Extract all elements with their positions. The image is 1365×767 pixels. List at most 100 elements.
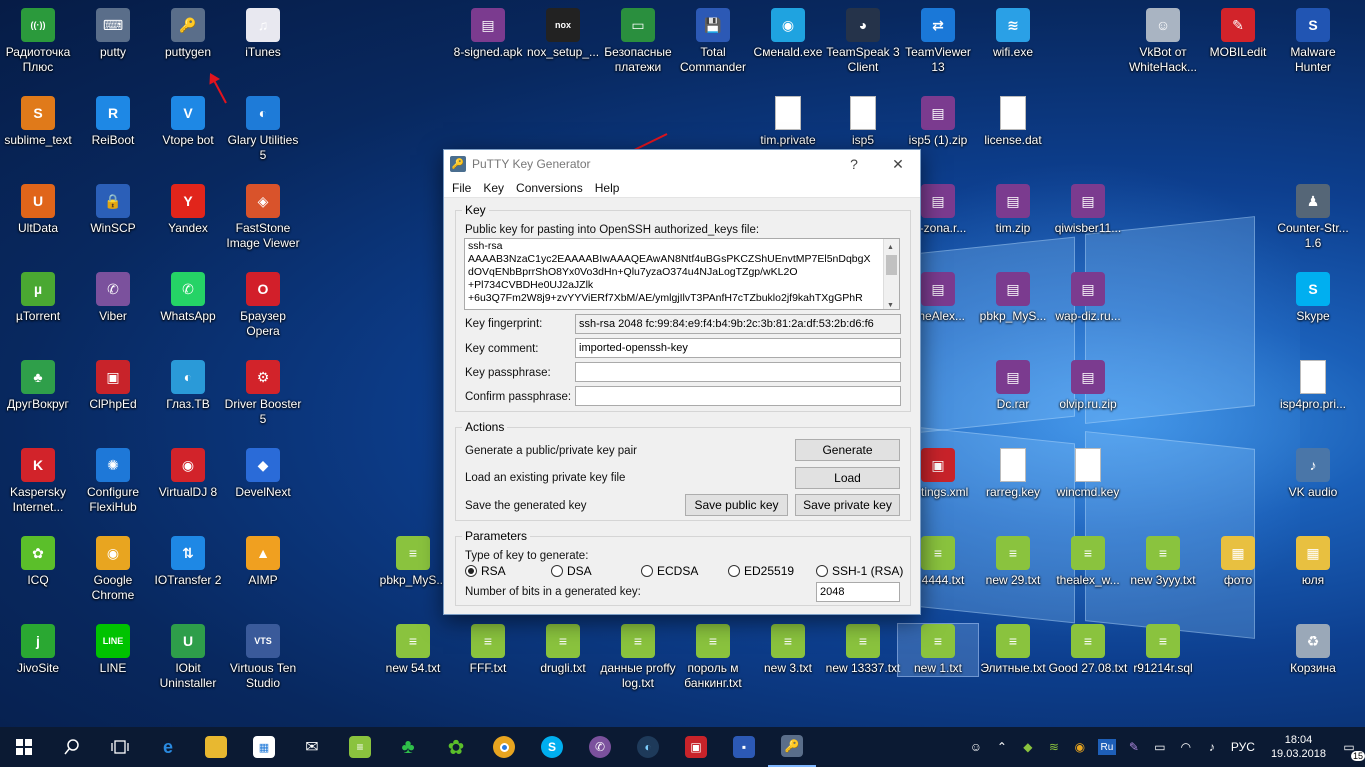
taskbar-mail[interactable]: ✉ <box>288 727 336 767</box>
radio-ed25519-dot[interactable] <box>728 565 740 577</box>
desktop-icon[interactable]: ☺ VkBot от WhiteHack... <box>1123 8 1203 75</box>
desktop-icon[interactable]: S Skype <box>1273 272 1353 324</box>
clock[interactable]: 18:04 19.03.2018 <box>1271 733 1326 761</box>
desktop-icon[interactable]: tim.private <box>748 96 828 148</box>
taskbar-skype[interactable]: S <box>528 727 576 767</box>
desktop-icon[interactable]: ◉ VirtualDJ 8 <box>148 448 228 500</box>
taskbar-edge[interactable]: e <box>144 727 192 767</box>
desktop-icon[interactable]: ≡ new 54.txt <box>373 624 453 676</box>
comment-field[interactable]: imported-openssh-key <box>575 338 901 358</box>
desktop-icon[interactable]: ≡ r91214r.sql <box>1123 624 1203 676</box>
desktop-icon[interactable]: 💾 Total Commander <box>673 8 753 75</box>
desktop-icon[interactable]: ▤ isp5 (1).zip <box>898 96 978 148</box>
desktop-icon[interactable]: ≡ new 3yyy.txt <box>1123 536 1203 588</box>
taskbar-icq[interactable]: ✿ <box>432 727 480 767</box>
desktop-icon[interactable]: Ssublime_text <box>0 96 78 148</box>
radio-ssh1-rsa[interactable]: SSH-1 (RSA) <box>816 564 903 578</box>
desktop-icon[interactable]: ♪ VK audio <box>1273 448 1353 500</box>
battery-icon[interactable]: ▭ <box>1152 739 1168 755</box>
radio-rsa-dot[interactable] <box>465 565 477 577</box>
desktop-icon[interactable]: ✺ Configure FlexiHub <box>73 448 153 515</box>
desktop-icon[interactable]: ≡ drugli.txt <box>523 624 603 676</box>
desktop-icon[interactable]: j JivoSite <box>0 624 78 676</box>
desktop-icon[interactable]: ▤ 8-signed.apk <box>448 8 528 60</box>
desktop-icon[interactable]: 🔑 puttygen <box>148 8 228 60</box>
generate-button[interactable]: Generate <box>795 439 900 461</box>
menu-key[interactable]: Key <box>477 181 510 195</box>
desktop-icon[interactable]: ◈ FastStone Image Viewer <box>223 184 303 251</box>
taskbar-viber[interactable]: ✆ <box>576 727 624 767</box>
tray-chrome-icon[interactable]: ◉ <box>1072 739 1088 755</box>
desktop-icon[interactable]: ◐ Glary Utilities 5 <box>223 96 303 163</box>
taskbar-notepadpp[interactable]: ≡ <box>336 727 384 767</box>
desktop-icon[interactable]: license.dat <box>973 96 1053 148</box>
start-button[interactable] <box>0 727 48 767</box>
taskbar-codelobster[interactable]: ▣ <box>672 727 720 767</box>
wifi-icon[interactable]: ◠ <box>1178 739 1194 755</box>
desktop-icon[interactable]: Y Yandex <box>148 184 228 236</box>
taskbar-puttygen[interactable]: 🔑 <box>768 727 816 767</box>
desktop-icon[interactable]: R ReiBoot <box>73 96 153 148</box>
desktop-icon[interactable]: wincmd.key <box>1048 448 1128 500</box>
tray-chevron-up-icon[interactable]: ⌃ <box>994 739 1010 755</box>
scroll-down-icon[interactable]: ▼ <box>887 299 894 309</box>
desktop-icon[interactable]: ≡ new 13337.txt <box>823 624 903 676</box>
passphrase-field[interactable] <box>575 362 901 382</box>
fingerprint-field[interactable]: ssh-rsa 2048 fc:99:84:e9:f4:b4:9b:2c:3b:… <box>575 314 901 334</box>
close-button[interactable]: ✕ <box>876 156 920 173</box>
desktop-icon[interactable]: ◉ Сменаld.exe <box>748 8 828 60</box>
menu-help[interactable]: Help <box>589 181 626 195</box>
taskbar-drugvokrug[interactable]: ♣ <box>384 727 432 767</box>
desktop-icon[interactable]: isp4pro.pri... <box>1273 360 1353 412</box>
language-indicator[interactable]: РУС <box>1231 740 1255 754</box>
desktop-icon[interactable]: ▣ ClPhpEd <box>73 360 153 412</box>
taskbar-glaz-tv[interactable]: ◐ <box>624 727 672 767</box>
desktop-icon[interactable]: S Malware Hunter <box>1273 8 1353 75</box>
task-view-button[interactable] <box>96 727 144 767</box>
desktop-icon[interactable]: LINE LINE <box>73 624 153 676</box>
radio-dsa[interactable]: DSA <box>551 564 592 578</box>
desktop-icon[interactable]: ▭ Безопасные платежи <box>598 8 678 75</box>
desktop-icon[interactable]: ≡ Элитные.txt <box>973 624 1053 676</box>
desktop-icon[interactable]: ≡ pbkp_MyS... <box>373 536 453 588</box>
scroll-up-icon[interactable]: ▲ <box>887 241 894 254</box>
desktop-icon[interactable]: ▤ pbkp_MyS... <box>973 272 1053 324</box>
taskbar-chrome[interactable] <box>480 727 528 767</box>
search-button[interactable] <box>48 727 96 767</box>
desktop-icon[interactable]: ▲ AIMP <box>223 536 303 588</box>
scrollbar-thumb[interactable] <box>886 255 897 275</box>
desktop-icon[interactable]: ▤ Dc.rar <box>973 360 1053 412</box>
tray-app-green-icon[interactable]: ◆ <box>1020 739 1036 755</box>
radio-ecdsa[interactable]: ECDSA <box>641 564 698 578</box>
volume-icon[interactable]: ♪ <box>1204 739 1220 755</box>
desktop-icon[interactable]: ◕ TeamSpeak 3 Client <box>823 8 903 75</box>
desktop-icon[interactable]: ▤ olvip.ru.zip <box>1048 360 1128 412</box>
desktop-icon[interactable]: ≡ FFF.txt <box>448 624 528 676</box>
taskbar-store[interactable]: ▦ <box>240 727 288 767</box>
desktop-icon[interactable]: nox nox_setup_... <box>523 8 603 60</box>
desktop-icon[interactable]: ≡ данные proffy log.txt <box>598 624 678 691</box>
desktop-icon[interactable]: rarreg.key <box>973 448 1053 500</box>
desktop-icon[interactable]: ▤ qiwisber11... <box>1048 184 1128 236</box>
save-private-key-button[interactable]: Save private key <box>795 494 900 516</box>
people-icon[interactable]: ☺ <box>968 739 984 755</box>
desktop-icon[interactable]: ⌨ putty <box>73 8 153 60</box>
desktop-icon[interactable]: ♣ ДругВокруг <box>0 360 78 412</box>
bits-field[interactable]: 2048 <box>816 582 900 602</box>
desktop-icon[interactable]: ≡ new 1.txt <box>897 623 979 677</box>
desktop-icon[interactable]: ⚙ Driver Booster 5 <box>223 360 303 427</box>
radio-rsa[interactable]: RSA <box>465 564 506 578</box>
public-key-scrollbar[interactable]: ▲ ▼ <box>883 239 899 309</box>
desktop-icon[interactable]: U IObit Uninstaller <box>148 624 228 691</box>
desktop-icon[interactable]: ≋ wifi.exe <box>973 8 1053 60</box>
tray-wifi-app-icon[interactable]: ≋ <box>1046 739 1062 755</box>
desktop-icon[interactable]: 🔒 WinSCP <box>73 184 153 236</box>
desktop-icon[interactable]: ▦ фото <box>1198 536 1278 588</box>
save-public-key-button[interactable]: Save public key <box>685 494 788 516</box>
desktop-icon[interactable]: K Kaspersky Internet... <box>0 448 78 515</box>
desktop-icon[interactable]: VTS Virtuous Ten Studio <box>223 624 303 691</box>
desktop-icon[interactable]: ✎ MOBILedit <box>1198 8 1278 60</box>
tray-feather-icon[interactable]: ✎ <box>1126 739 1142 755</box>
desktop-icon[interactable]: ◉ Google Chrome <box>73 536 153 603</box>
desktop-icon[interactable]: ◐ Глаз.ТВ <box>148 360 228 412</box>
